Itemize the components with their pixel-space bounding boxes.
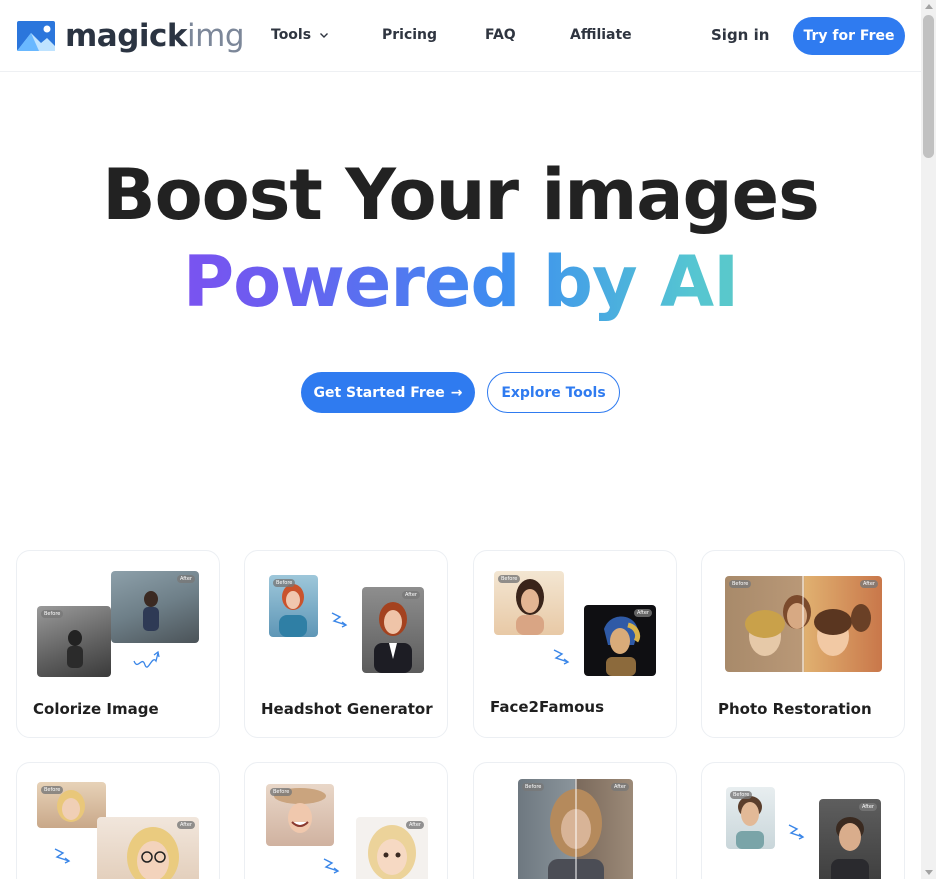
tool-card-title: Colorize Image — [33, 700, 159, 718]
before-after-image: Before After — [518, 779, 633, 879]
after-image: After — [819, 799, 881, 879]
before-image: Before — [494, 571, 564, 635]
before-tag: Before — [522, 783, 545, 791]
after-tag: After — [405, 821, 424, 829]
arrow-squiggle-icon — [323, 858, 340, 874]
tool-card-photo-restoration[interactable]: Before After Photo Restoration — [701, 550, 905, 738]
squiggle-arrow-icon — [133, 650, 160, 668]
logo-wordmark: magickimg — [65, 18, 245, 54]
tool-card-title: Face2Famous — [490, 698, 605, 716]
nav-tools-dropdown[interactable]: Tools — [271, 27, 329, 43]
after-tag: After — [858, 803, 877, 811]
after-tag: After — [401, 591, 420, 599]
scrollbar[interactable] — [921, 0, 936, 879]
try-for-free-button[interactable]: Try for Free — [793, 17, 905, 55]
after-image: After — [97, 817, 199, 879]
site-header: magickimg Tools Pricing FAQ Affiliate Si… — [0, 0, 921, 72]
before-tag: Before — [41, 786, 64, 794]
arrow-right-icon: → — [450, 384, 463, 401]
before-image: Before — [726, 787, 775, 849]
sign-in-link[interactable]: Sign in — [711, 26, 769, 44]
before-after-image: Before After — [725, 576, 882, 672]
before-image: Before — [269, 575, 318, 637]
chevron-down-icon — [320, 33, 329, 38]
after-tag: After — [633, 609, 652, 617]
tool-card-row2-3[interactable]: Before After — [473, 762, 677, 879]
nav-faq[interactable]: FAQ — [485, 27, 516, 43]
tool-card-face2famous[interactable]: Before After Face2Famous — [473, 550, 677, 738]
after-tag: After — [859, 580, 878, 588]
before-tag: Before — [273, 579, 296, 587]
hero-subtitle-gradient: Powered by AI — [0, 242, 921, 322]
explore-tools-button[interactable]: Explore Tools — [487, 372, 620, 413]
logo-text-magick: magick — [65, 18, 188, 54]
before-image: Before — [266, 784, 334, 846]
before-tag: Before — [729, 580, 752, 588]
scroll-up-arrow-icon[interactable] — [925, 4, 933, 9]
before-image: Before — [37, 782, 106, 828]
arrow-squiggle-icon — [54, 848, 71, 864]
tool-card-headshot[interactable]: Before After Headshot Generator — [244, 550, 448, 738]
before-tag: Before — [730, 791, 753, 799]
before-tag: Before — [498, 575, 521, 583]
after-image: After — [111, 571, 199, 643]
arrow-squiggle-icon — [331, 612, 348, 628]
tool-card-title: Headshot Generator — [261, 700, 433, 718]
scroll-down-arrow-icon[interactable] — [925, 870, 933, 875]
after-image: After — [356, 817, 428, 879]
before-tag: Before — [270, 788, 293, 796]
nav-affiliate[interactable]: Affiliate — [570, 27, 632, 43]
logo[interactable]: magickimg — [17, 18, 245, 54]
scrollbar-thumb[interactable] — [923, 15, 934, 158]
hero-title: Boost Your images — [102, 154, 820, 236]
arrow-squiggle-icon — [788, 824, 805, 840]
get-started-button[interactable]: Get Started Free → — [301, 372, 475, 413]
nav-pricing[interactable]: Pricing — [382, 27, 437, 43]
logo-icon — [17, 21, 55, 51]
after-tag: After — [176, 821, 195, 829]
arrow-squiggle-icon — [553, 649, 570, 665]
after-image: After — [584, 605, 656, 676]
tool-card-colorize[interactable]: Before After Colorize Image — [16, 550, 220, 738]
nav-tools-label: Tools — [271, 27, 312, 43]
logo-text-img: img — [187, 18, 245, 54]
before-tag: Before — [41, 610, 64, 618]
tool-card-row2-1[interactable]: Before After — [16, 762, 220, 879]
hero-subtitle-text: Powered by AI — [182, 241, 739, 323]
before-image: Before — [37, 606, 111, 677]
after-tag: After — [610, 783, 629, 791]
tool-card-row2-4[interactable]: Before After — [701, 762, 905, 879]
get-started-label: Get Started Free — [313, 384, 445, 401]
after-image: After — [362, 587, 424, 673]
after-tag: After — [176, 575, 195, 583]
tool-card-row2-2[interactable]: Before After — [244, 762, 448, 879]
tool-card-title: Photo Restoration — [718, 700, 872, 718]
